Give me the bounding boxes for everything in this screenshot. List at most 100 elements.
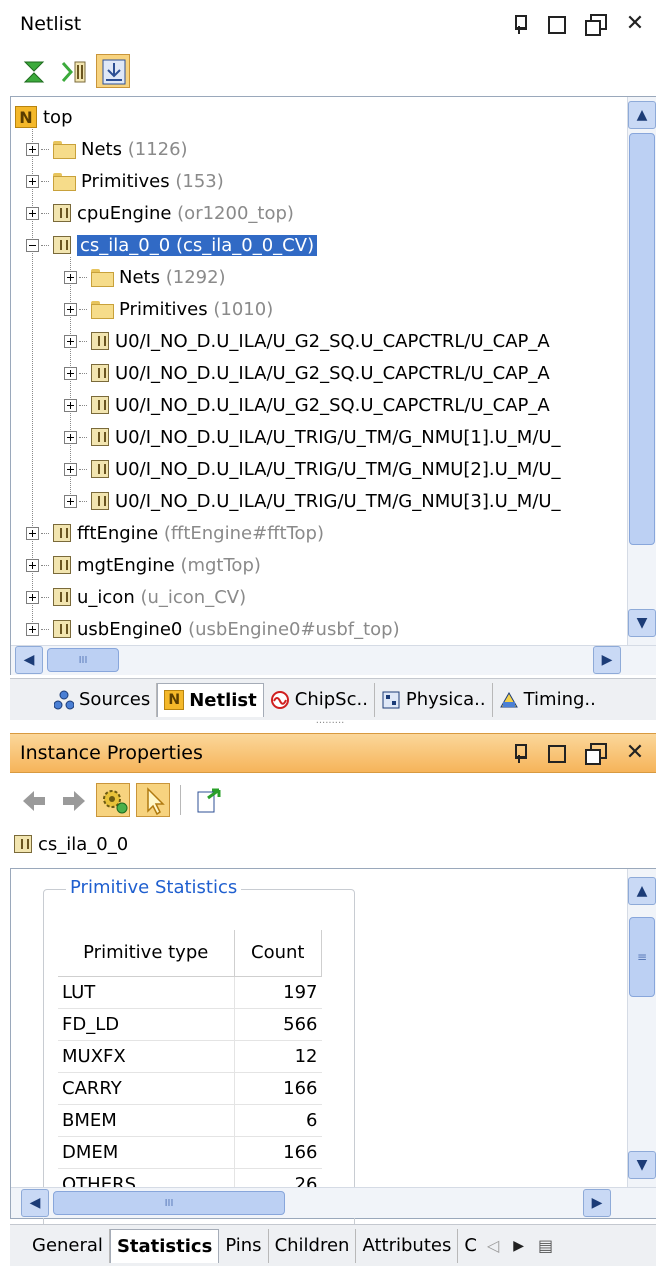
- expand-icon[interactable]: [64, 398, 77, 412]
- close-icon[interactable]: ✕: [624, 13, 646, 35]
- netlist-root-icon: N: [15, 106, 37, 128]
- netlist-tree[interactable]: N top Nets (1126) Primitives (153) cpuEn…: [10, 96, 656, 675]
- primitive-statistics-table[interactable]: Primitive type Count LUT 197 FD_LD 566 M…: [58, 930, 322, 1201]
- tree-node-instance[interactable]: U0/I_NO_D.U_ILA/U_G2_SQ.U_CAPCTRL/U_CAP_…: [64, 327, 550, 355]
- properties-horizontal-scrollbar[interactable]: ◀ III ▶: [11, 1187, 656, 1218]
- tab-timing[interactable]: Timing..: [493, 683, 602, 717]
- table-row[interactable]: CARRY 166: [58, 1072, 322, 1105]
- expand-to-instance-button[interactable]: [56, 54, 90, 88]
- instance-properties-title: Instance Properties: [20, 742, 203, 764]
- tab-scroll-right-icon[interactable]: ▶: [513, 1238, 524, 1254]
- tab-children[interactable]: Children: [269, 1228, 357, 1263]
- tree-node-instance[interactable]: U0/I_NO_D.U_ILA/U_TRIG/U_TM/G_NMU[3].U_M…: [64, 487, 561, 515]
- scroll-right-icon[interactable]: ▶: [583, 1189, 611, 1217]
- table-row[interactable]: BMEM 6: [58, 1104, 322, 1137]
- tree-node-primitives-child[interactable]: Primitives (1010): [64, 295, 273, 323]
- instance-properties-header: Instance Properties ✕: [10, 733, 656, 773]
- back-button[interactable]: [16, 783, 50, 817]
- table-row[interactable]: LUT 197: [58, 976, 322, 1009]
- expand-icon[interactable]: [26, 590, 39, 604]
- expand-icon[interactable]: [26, 142, 39, 156]
- table-row[interactable]: DMEM 166: [58, 1136, 322, 1169]
- scrollbar-thumb[interactable]: [629, 133, 655, 545]
- tab-truncated[interactable]: C: [458, 1229, 483, 1263]
- tree-node-instance[interactable]: U0/I_NO_D.U_ILA/U_G2_SQ.U_CAPCTRL/U_CAP_…: [64, 391, 550, 419]
- expand-icon[interactable]: [64, 302, 77, 316]
- properties-view-tabs: General Statistics Pins Children Attribu…: [10, 1224, 656, 1266]
- scroll-up-icon[interactable]: ▲: [628, 877, 656, 905]
- tree-node-fftengine[interactable]: fftEngine (fftEngine#fftTop): [26, 519, 324, 547]
- expand-icon[interactable]: [26, 174, 39, 188]
- forward-button[interactable]: [56, 783, 90, 817]
- tab-pins[interactable]: Pins: [219, 1228, 269, 1263]
- group-title: Primitive Statistics: [66, 877, 242, 898]
- tree-node-cs-ila-0-0[interactable]: cs_ila_0_0 (cs_ila_0_0_CV): [26, 231, 318, 259]
- tab-list-menu-icon[interactable]: ▤: [538, 1236, 553, 1255]
- table-row[interactable]: MUXFX 12: [58, 1040, 322, 1073]
- column-header-count[interactable]: Count: [234, 930, 322, 977]
- expand-icon[interactable]: [64, 366, 77, 380]
- tab-netlist[interactable]: N Netlist: [157, 682, 264, 717]
- tab-physical[interactable]: Physica..: [375, 682, 493, 717]
- tab-chipscope[interactable]: ChipSc..: [264, 682, 375, 717]
- scroll-down-icon[interactable]: ▼: [628, 609, 656, 637]
- instance-icon: [53, 620, 71, 638]
- netlist-horizontal-scrollbar[interactable]: ◀ III ▶: [11, 645, 656, 675]
- auto-select-button[interactable]: [96, 54, 130, 88]
- properties-settings-button[interactable]: [96, 783, 130, 817]
- restore-icon[interactable]: [584, 13, 607, 36]
- expand-icon[interactable]: [64, 430, 77, 444]
- tree-node-primitives[interactable]: Primitives (153): [26, 167, 224, 195]
- expand-icon[interactable]: [26, 558, 39, 572]
- restore-icon[interactable]: [584, 742, 607, 765]
- scroll-right-icon[interactable]: ▶: [593, 646, 621, 674]
- column-header-primitive-type[interactable]: Primitive type: [58, 930, 235, 977]
- netlist-tree-body: N top Nets (1126) Primitives (153) cpuEn…: [11, 97, 627, 645]
- tab-statistics[interactable]: Statistics: [109, 1228, 220, 1263]
- properties-vertical-scrollbar[interactable]: ▲ ≡ ▼: [627, 869, 656, 1187]
- primitive-statistics-group: Primitive Statistics Primitive type Coun…: [43, 877, 355, 1229]
- tree-node-instance[interactable]: U0/I_NO_D.U_ILA/U_TRIG/U_TM/G_NMU[1].U_M…: [64, 423, 561, 451]
- scroll-left-icon[interactable]: ◀: [15, 646, 43, 674]
- scroll-down-icon[interactable]: ▼: [628, 1151, 656, 1179]
- tree-node-top[interactable]: N top: [15, 103, 73, 131]
- maximize-icon[interactable]: [548, 745, 566, 763]
- collapse-icon[interactable]: [26, 238, 39, 252]
- expand-icon[interactable]: [64, 334, 77, 348]
- expand-icon[interactable]: [64, 462, 77, 476]
- scroll-up-icon[interactable]: ▲: [628, 101, 656, 129]
- scrollbar-thumb[interactable]: ≡: [629, 917, 655, 997]
- tree-node-cpuengine[interactable]: cpuEngine (or1200_top): [26, 199, 294, 227]
- tree-node-nets[interactable]: Nets (1126): [26, 135, 188, 163]
- splitter-grip[interactable]: ·········: [300, 719, 360, 729]
- maximize-icon[interactable]: [548, 16, 566, 34]
- tree-node-mgtengine[interactable]: mgtEngine (mgtTop): [26, 551, 261, 579]
- close-icon[interactable]: ✕: [624, 742, 646, 764]
- scroll-left-icon[interactable]: ◀: [21, 1189, 49, 1217]
- tree-node-label: U0/I_NO_D.U_ILA/U_TRIG/U_TM/G_NMU[1].U_M…: [115, 426, 561, 448]
- tab-scroll-left-icon[interactable]: ◁: [487, 1236, 499, 1255]
- expand-icon[interactable]: [64, 270, 77, 284]
- expand-icon[interactable]: [26, 526, 39, 540]
- scrollbar-thumb[interactable]: III: [47, 648, 119, 672]
- netlist-vertical-scrollbar[interactable]: ▲ ▼: [627, 97, 656, 645]
- table-row[interactable]: FD_LD 566: [58, 1008, 322, 1041]
- tree-node-nets-child[interactable]: Nets (1292): [64, 263, 226, 291]
- scrollbar-thumb[interactable]: III: [53, 1191, 285, 1215]
- pin-icon[interactable]: [508, 13, 530, 35]
- export-button[interactable]: [191, 783, 225, 817]
- tree-node-usbengine0[interactable]: usbEngine0 (usbEngine0#usbf_top): [26, 615, 400, 643]
- tree-node-u-icon[interactable]: u_icon (u_icon_CV): [26, 583, 246, 611]
- tree-node-instance[interactable]: U0/I_NO_D.U_ILA/U_G2_SQ.U_CAPCTRL/U_CAP_…: [64, 359, 550, 387]
- tab-attributes[interactable]: Attributes: [356, 1228, 459, 1263]
- tab-sources[interactable]: Sources: [48, 682, 158, 717]
- collapse-all-button[interactable]: [16, 54, 50, 88]
- select-mode-button[interactable]: [136, 783, 170, 817]
- tab-general[interactable]: General: [26, 1228, 110, 1263]
- instance-icon: [53, 236, 71, 254]
- expand-icon[interactable]: [26, 622, 39, 636]
- pin-icon[interactable]: [508, 742, 530, 764]
- expand-icon[interactable]: [26, 206, 39, 220]
- tree-node-instance[interactable]: U0/I_NO_D.U_ILA/U_TRIG/U_TM/G_NMU[2].U_M…: [64, 455, 561, 483]
- expand-icon[interactable]: [64, 494, 77, 508]
